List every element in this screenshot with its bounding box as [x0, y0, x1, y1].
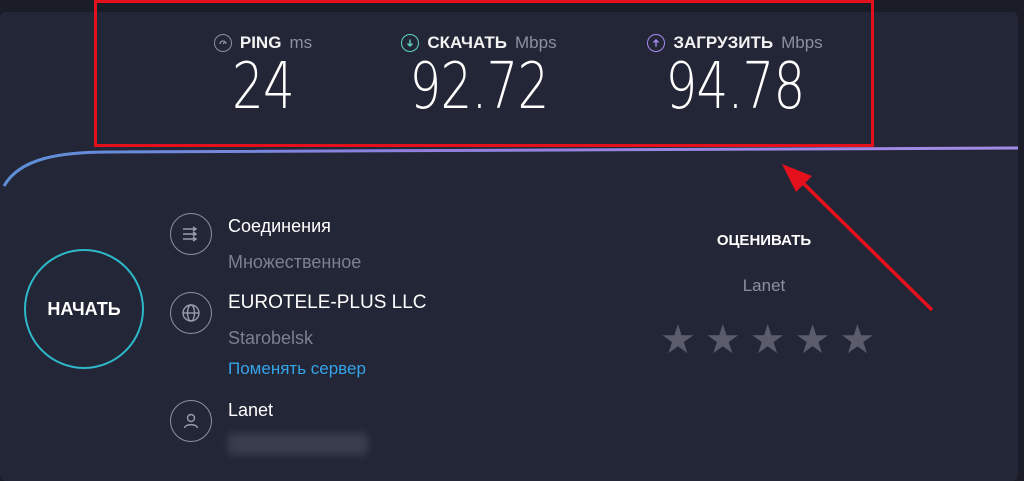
upload-value: 94.78 [665, 50, 805, 124]
rating-stars: ★ ★ ★ ★ ★ [660, 320, 875, 360]
upload-arrow-icon [647, 34, 666, 52]
ping-value: 24 [232, 50, 295, 124]
user-icon [170, 400, 212, 442]
connections-icon [170, 213, 212, 255]
star-icon[interactable]: ★ [705, 320, 741, 360]
globe-icon [170, 292, 212, 334]
star-icon[interactable]: ★ [750, 320, 786, 360]
star-icon[interactable]: ★ [839, 320, 875, 360]
server-location: Starobelsk [228, 328, 314, 348]
upload-metric: ЗАГРУЗИТЬ Mbps 94.78 [625, 33, 845, 119]
connections-title: Соединения [228, 216, 331, 236]
ping-metric: PING ms 24 [193, 33, 333, 119]
download-value: 92.72 [409, 50, 549, 124]
speed-graph-line [2, 146, 1019, 187]
star-icon[interactable]: ★ [660, 320, 696, 360]
download-metric: СКАЧАТЬ Mbps 92.72 [379, 33, 579, 119]
connections-value: Множественное [228, 252, 362, 272]
server-name: EUROTELE-PLUS LLC [228, 292, 427, 313]
ping-gauge-icon [213, 34, 232, 52]
start-button[interactable]: НАЧАТЬ [24, 249, 144, 369]
blurred-ip-address [228, 433, 368, 455]
results-highlight-box: PING ms 24 СКАЧАТЬ Mbps 92.72 ЗАГРУЗИТЬ … [94, 0, 874, 147]
star-icon[interactable]: ★ [795, 320, 831, 360]
rating-title: ОЦЕНИВАТЬ [716, 232, 812, 249]
rating-isp: Lanet [742, 276, 786, 295]
change-server-link[interactable]: Поменять сервер [228, 359, 366, 379]
user-isp: Lanet [228, 400, 274, 420]
